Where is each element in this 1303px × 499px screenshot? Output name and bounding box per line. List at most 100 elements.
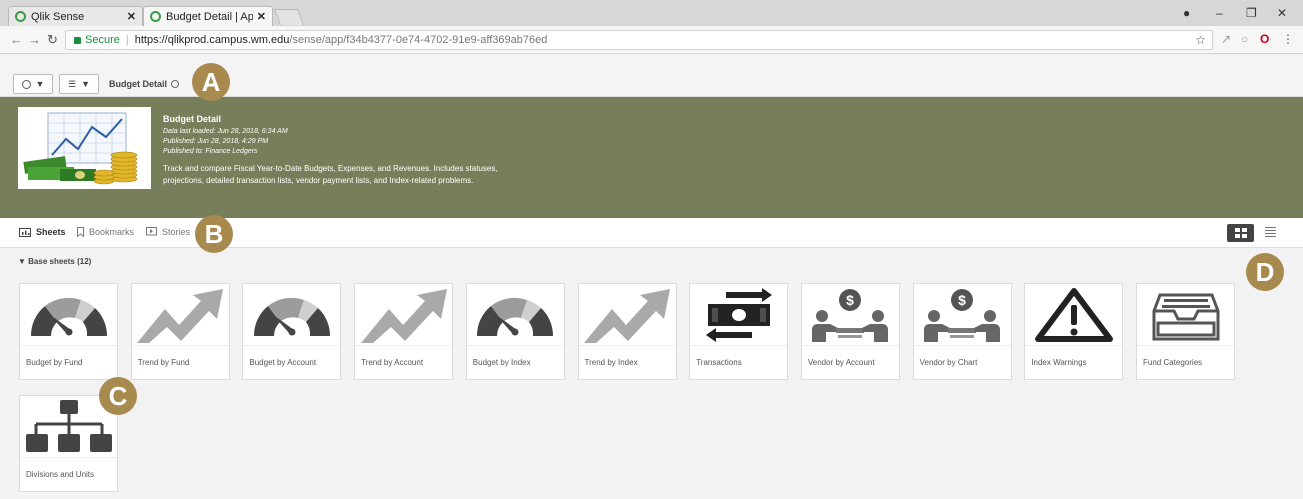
sheet-card[interactable]: Budget by Fund [19, 283, 118, 380]
app-description-line: Track and compare Fiscal Year-to-Date Bu… [163, 164, 498, 173]
browser-tab-budget-detail[interactable]: Budget Detail | App overv ✕ [143, 6, 273, 26]
close-tab-icon[interactable]: ✕ [127, 10, 136, 23]
global-menu-button[interactable]: ▼ [13, 74, 53, 94]
app-title: Budget Detail [109, 79, 180, 89]
extension-icon[interactable]: ↗ [1221, 32, 1231, 46]
sheet-card-title: Fund Categories [1143, 358, 1203, 367]
url-field[interactable]: Secure | https://qlikprod.campus.wm.edu … [65, 30, 1213, 50]
sheet-card[interactable]: $ Vendor by Account [800, 283, 900, 380]
list-view-button[interactable] [1265, 227, 1276, 237]
list-menu-icon: ☰ [68, 78, 77, 89]
bookmark-icon [77, 227, 84, 237]
sheet-card-title: Divisions and Units [26, 470, 95, 479]
app-title-label: Budget Detail [109, 79, 168, 89]
list-view-icon [1265, 236, 1276, 237]
callout-d: D [1246, 253, 1284, 291]
opera-extension-icon[interactable]: O [1260, 32, 1269, 46]
grid-view-icon [1234, 234, 1240, 238]
sheet-card-title: Budget by Fund [26, 358, 83, 367]
restore-icon[interactable]: ❐ [1246, 6, 1257, 20]
sheet-card-title: Index Warnings [1031, 358, 1087, 367]
reload-icon[interactable]: ↻ [47, 32, 58, 48]
stories-icon [146, 227, 157, 236]
close-tab-icon[interactable]: ✕ [257, 10, 266, 23]
sheet-card[interactable]: Trend by Fund [130, 283, 230, 380]
sheet-card-title: Vendor by Account [807, 358, 875, 367]
browser-tab-qlik-sense[interactable]: Qlik Sense ✕ [8, 6, 143, 26]
new-tab-button[interactable] [274, 9, 304, 25]
secure-label: Secure [85, 34, 120, 46]
sheet-card[interactable]: Transactions [689, 283, 789, 380]
url-separator: | [125, 34, 129, 46]
sheet-card[interactable]: Trend by Account [354, 283, 454, 380]
browser-tab-bar: Qlik Sense ✕ Budget Detail | App overv ✕… [0, 0, 1303, 26]
forward-icon[interactable]: → [28, 32, 41, 47]
callout-c: C [99, 377, 137, 415]
grid-view-icon [1234, 228, 1240, 232]
callout-b: B [195, 215, 233, 253]
chevron-down-icon: ▼ [81, 79, 90, 89]
browser-menu-icon[interactable]: ⋮ [1282, 32, 1294, 46]
tab-stories[interactable]: Stories [146, 227, 190, 237]
list-view-icon [1265, 227, 1276, 228]
back-icon[interactable]: ← [10, 32, 23, 47]
data-last-loaded: Data last loaded: Jun 28, 2018, 6:34 AM [163, 128, 288, 135]
trend-icon [578, 284, 676, 346]
base-sheets-toggle[interactable]: ▼ Base sheets (12) [18, 257, 91, 266]
grid-view-icon [1241, 228, 1247, 232]
sheet-card-title: Vendor by Chart [919, 358, 978, 367]
sheet-card-title: Trend by Account [361, 358, 424, 367]
money-exchange-icon [690, 284, 788, 346]
sheet-card[interactable]: Budget by Account [242, 283, 342, 380]
sheet-card[interactable]: Fund Categories [1136, 283, 1235, 380]
gauge-icon [466, 284, 564, 346]
sheet-card[interactable]: Divisions and Units [19, 395, 118, 492]
base-sheets-label: Base sheets (12) [28, 257, 92, 266]
browser-tab-label: Budget Detail | App overv [166, 10, 253, 23]
money-chart-thumbnail-icon [20, 109, 149, 187]
close-window-icon[interactable]: ✕ [1277, 6, 1287, 20]
sheet-card-title: Trend by Fund [137, 358, 190, 367]
grid-view-icon [1241, 234, 1247, 238]
gauge-icon [20, 284, 117, 346]
inbox-tray-icon [1137, 284, 1234, 346]
sheet-card[interactable]: Index Warnings [1024, 283, 1124, 380]
tab-bookmarks[interactable]: Bookmarks [77, 227, 134, 237]
app-banner-title: Budget Detail [163, 114, 222, 124]
app-thumbnail [18, 107, 151, 189]
sheets-icon [19, 227, 31, 237]
sheet-card-title: Budget by Index [472, 358, 531, 367]
trend-icon [355, 284, 453, 346]
sheet-card-title: Trend by Index [584, 358, 638, 367]
triangle-down-icon: ▼ [18, 257, 26, 266]
sheet-card[interactable]: Budget by Index [465, 283, 565, 380]
qlik-favicon-icon [150, 11, 161, 22]
url-path: /sense/app/f34b4377-0e74-4702-91e9-aff36… [289, 34, 548, 46]
sheet-card[interactable]: $ Vendor by Chart [912, 283, 1012, 380]
extension-icon[interactable]: ○ [1241, 32, 1248, 46]
qlik-favicon-icon [15, 11, 26, 22]
browser-tab-label: Qlik Sense [31, 10, 85, 23]
vendor-payment-icon: $ [801, 284, 899, 346]
chevron-down-icon: ▼ [35, 79, 45, 89]
tab-sheets-label: Sheets [36, 227, 66, 237]
globe-icon [171, 80, 180, 88]
tab-sheets[interactable]: Sheets [19, 227, 66, 237]
profile-icon[interactable]: ● [1183, 6, 1190, 20]
warning-icon [1025, 284, 1123, 346]
callout-a: A [192, 63, 230, 101]
app-description-line: projections, detailed transaction lists,… [163, 176, 474, 185]
bookmark-star-icon[interactable]: ☆ [1195, 33, 1206, 47]
svg-text:$: $ [846, 292, 854, 308]
sheet-card[interactable]: Trend by Index [577, 283, 677, 380]
app-description: Track and compare Fiscal Year-to-Date Bu… [163, 163, 543, 187]
minimize-icon[interactable]: – [1216, 6, 1223, 20]
published-to: Published to: Finance Ledgers [163, 148, 258, 155]
list-view-icon [1265, 233, 1276, 234]
grid-view-button[interactable] [1227, 224, 1254, 242]
list-view-icon [1265, 230, 1276, 231]
app-menu-button[interactable]: ☰ ▼ [59, 74, 99, 94]
tab-bookmarks-label: Bookmarks [89, 227, 135, 237]
tab-stories-label: Stories [162, 227, 191, 237]
app-details: Budget Detail Data last loaded: Jun 28, … [163, 114, 543, 187]
